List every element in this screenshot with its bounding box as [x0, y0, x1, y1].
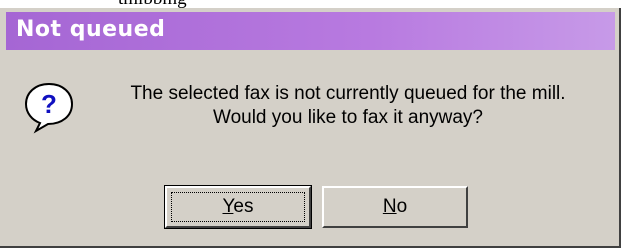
cropped-text: tmlbbmg [118, 0, 187, 8]
not-queued-dialog: Not queued ? The selected fax is not cur… [0, 8, 621, 248]
cropped-top-text-strip: tmlbbmg [0, 0, 621, 8]
no-button-label: No [382, 196, 408, 217]
yes-button-label: Yes [222, 196, 254, 217]
question-icon: ? [24, 82, 74, 134]
message-line-2: Would you like to fax it anyway? [212, 107, 483, 128]
dialog-message: The selected fax is not currently queued… [98, 82, 598, 130]
dialog-title: Not queued [16, 17, 166, 42]
no-button[interactable]: No [322, 186, 468, 228]
title-bar[interactable]: Not queued [6, 12, 615, 50]
message-line-1: The selected fax is not currently queued… [130, 83, 566, 104]
yes-button[interactable]: Yes [164, 185, 312, 229]
svg-text:?: ? [41, 89, 57, 119]
